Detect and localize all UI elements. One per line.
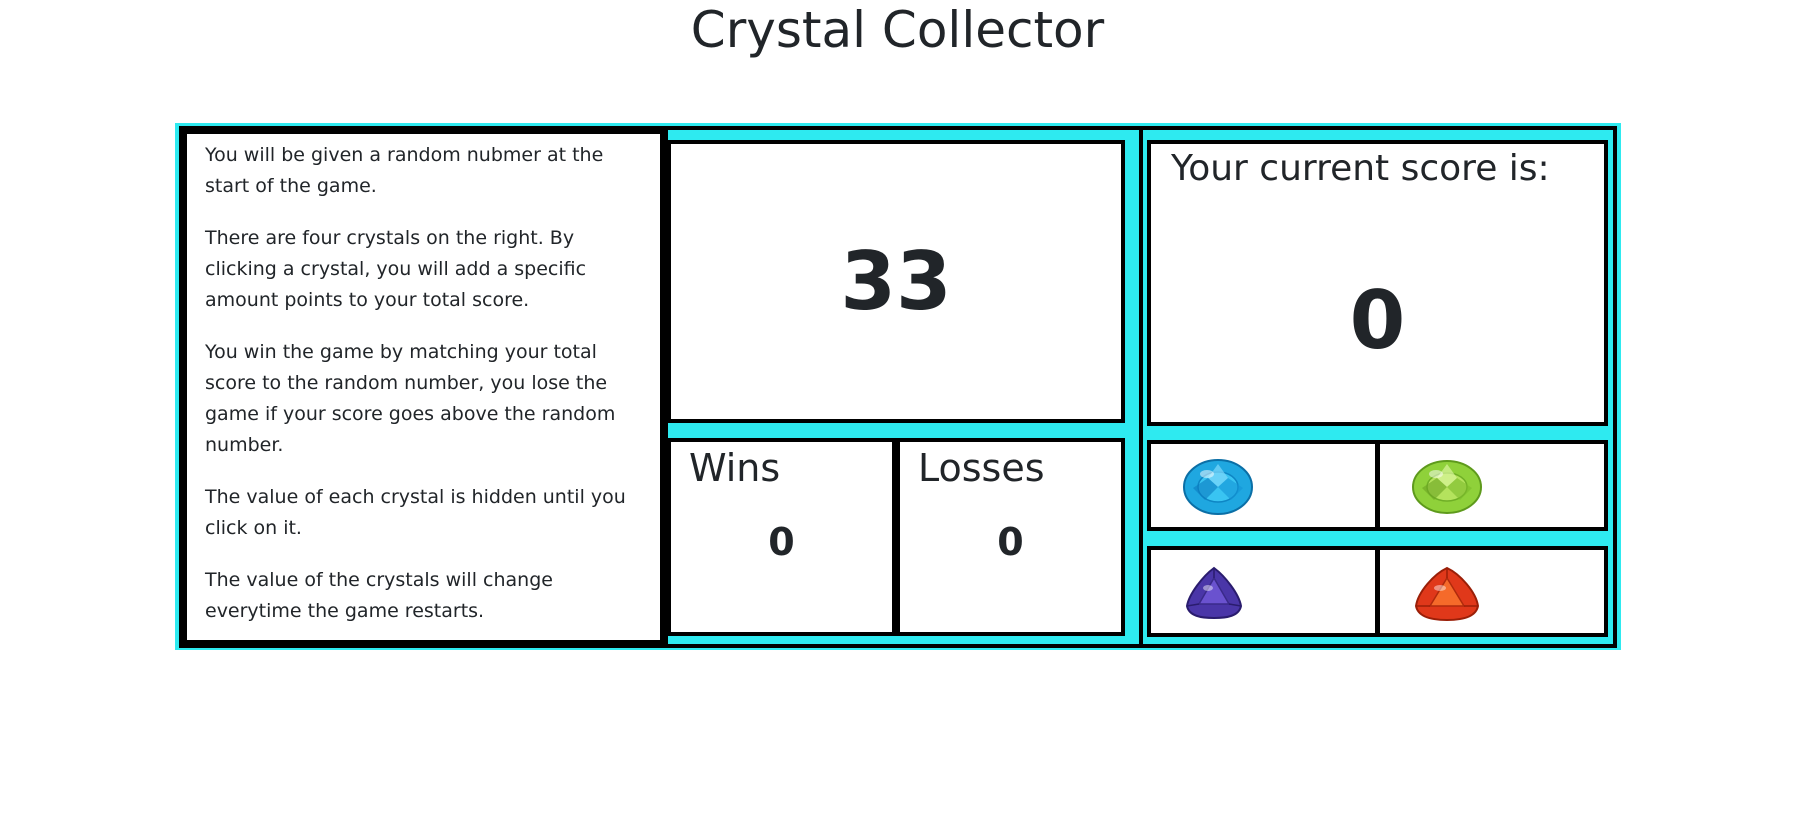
instruction-text: You win the game by matching your total …	[205, 341, 616, 456]
instruction-text: The value of each crystal is hidden unti…	[205, 486, 626, 539]
wins-label: Wins	[689, 446, 781, 490]
losses-panel: Losses 0	[896, 438, 1125, 636]
wins-panel: Wins 0	[667, 438, 896, 636]
blue-oval-crystal-icon	[1183, 459, 1253, 515]
crystal-button-blue[interactable]	[1147, 440, 1379, 531]
instructions-panel: You will be given a random nubmer at the…	[183, 130, 664, 644]
crystal-button-green[interactable]	[1376, 440, 1608, 531]
score-label: Your current score is:	[1171, 148, 1550, 189]
green-oval-crystal-icon	[1412, 460, 1482, 514]
page-title: Crystal Collector	[690, 1, 1105, 59]
game-frame: You will be given a random nubmer at the…	[175, 123, 1621, 650]
instruction-text: There are four crystals on the right. By…	[205, 227, 587, 311]
instruction-text: The value of the crystals will change ev…	[205, 569, 553, 622]
purple-trillion-crystal-icon	[1185, 566, 1243, 620]
crystal-button-red[interactable]	[1376, 546, 1608, 637]
losses-count: 0	[997, 520, 1024, 564]
crystal-button-purple[interactable]	[1147, 546, 1379, 637]
target-number: 33	[840, 235, 952, 328]
score-value: 0	[1349, 274, 1406, 367]
losses-label: Losses	[918, 446, 1045, 490]
instruction-text: You will be given a random nubmer at the…	[205, 144, 604, 197]
score-panel: Your current score is: 0	[1147, 140, 1608, 426]
wins-count: 0	[768, 520, 795, 564]
red-trillion-crystal-icon	[1414, 566, 1480, 622]
target-number-panel: 33	[667, 140, 1125, 423]
